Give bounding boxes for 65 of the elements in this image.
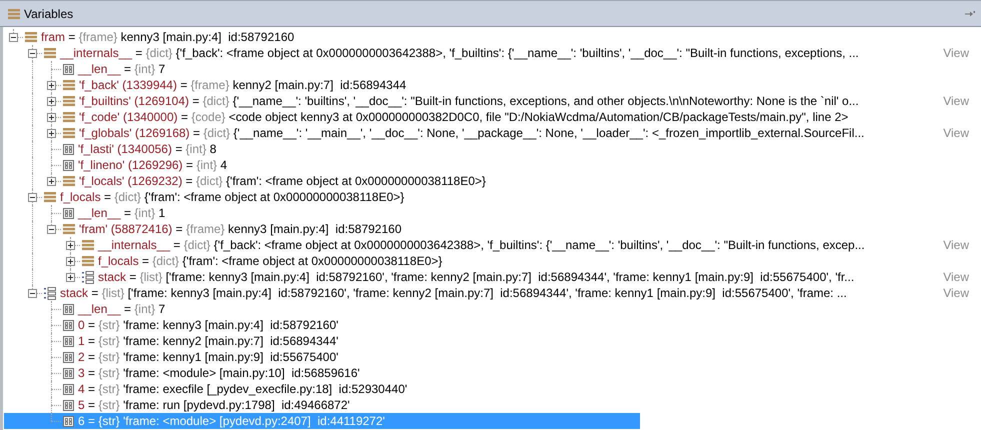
stack-bars-icon xyxy=(63,95,75,107)
number-icon xyxy=(63,208,74,218)
list-icon xyxy=(82,270,94,284)
expand-icon[interactable] xyxy=(47,113,56,122)
variable-text[interactable]: 'f_lasti' (1340056) = {int} 8 xyxy=(78,141,216,157)
expand-icon[interactable] xyxy=(47,97,56,106)
panel-title: Variables xyxy=(24,6,74,22)
variable-text[interactable]: 2 = {str} 'frame: kenny1 [main.py:9] id:55675400' xyxy=(78,349,338,365)
stack-bars-icon xyxy=(44,191,56,203)
collapse-icon[interactable] xyxy=(28,49,37,58)
stack-bars-icon xyxy=(63,79,75,91)
collapse-icon[interactable] xyxy=(28,193,37,202)
variable-text[interactable]: __internals__ = {dict} {'f_back': <frame object at 0x0000000003642388>, 'f_builtins': {'__name__': 'builtins', '__doc__': "Built-in functions, exceptions, ... xyxy=(60,45,859,61)
number-icon xyxy=(63,368,74,378)
variable-text[interactable]: fram = {frame} kenny3 [main.py:4] id:58792160 xyxy=(41,29,294,45)
variable-text[interactable]: 5 = {str} 'frame: run [pydevd.py:1798] id:49466872' xyxy=(78,397,350,413)
stack-bars-icon xyxy=(82,239,94,251)
expand-icon[interactable] xyxy=(66,241,75,250)
variable-text[interactable]: f_locals = {dict} {'fram': <frame object at 0x00000000038118E0>} xyxy=(60,189,404,205)
number-icon xyxy=(63,304,74,314)
variable-text[interactable]: 'f_locals' (1269232) = {dict} {'fram': <frame object at 0x00000000038118E0>} xyxy=(79,173,486,189)
collapse-icon[interactable] xyxy=(28,289,37,298)
number-icon xyxy=(63,320,74,330)
collapse-icon[interactable] xyxy=(47,225,56,234)
number-icon xyxy=(63,352,74,362)
number-icon xyxy=(63,336,74,346)
variable-text[interactable]: stack = {list} ['frame: kenny3 [main.py:4] id:58792160', 'frame: kenny2 [main.py:7] id:56894344', 'frame: kenny1 [main.py:9] id:55675400', 'fr... xyxy=(98,269,854,285)
stack-bars-icon xyxy=(25,31,37,43)
expand-icon[interactable] xyxy=(47,129,56,138)
expand-icon[interactable] xyxy=(47,81,56,90)
variable-text[interactable]: __internals__ = {dict} {'f_back': <frame object at 0x0000000003642388>, 'f_builtins': {'__name__': 'builtins', '__doc__': "Built-in functions, excep... xyxy=(98,237,865,253)
expand-icon[interactable] xyxy=(47,177,56,186)
number-icon xyxy=(63,384,74,394)
variable-text[interactable]: __len__ = {int} 7 xyxy=(78,61,166,77)
number-icon xyxy=(63,64,74,74)
panel-icon xyxy=(8,8,20,20)
variable-text[interactable]: 1 = {str} 'frame: kenny2 [main.py:7] id:56894344' xyxy=(78,333,338,349)
variable-text[interactable]: 'f_globals' (1269168) = {dict} {'__name__': '__main__', '__doc__': None, '__package__': None, '__loader__': <_frozen_importlib_external.SourceFil... xyxy=(79,125,864,141)
stack-bars-icon xyxy=(63,111,75,123)
variable-text[interactable]: 4 = {str} 'frame: execfile [_pydev_execfile.py:18] id:52930440' xyxy=(78,381,408,397)
number-icon xyxy=(63,416,74,426)
stack-bars-icon xyxy=(63,223,75,235)
variable-text[interactable]: stack = {list} ['frame: kenny3 [main.py:4] id:58792160', 'frame: kenny2 [main.py:7] id:56894344', 'frame: kenny1 [main.py:9] id:55675400', 'frame: ... xyxy=(60,285,847,301)
variable-text[interactable]: 'f_code' (1340000) = {code} <code object kenny3 at 0x000000000382D0C0, file "D:/NokiaWcdma/Automation/CB/packageTests/main.py", line 2> xyxy=(79,109,848,125)
expand-icon[interactable] xyxy=(66,273,75,282)
variable-text[interactable]: f_locals = {dict} {'fram': <frame object at 0x00000000038118E0>} xyxy=(98,253,442,269)
list-icon xyxy=(44,286,56,300)
pin-icon[interactable] xyxy=(965,10,975,16)
stack-bars-icon xyxy=(82,255,94,267)
number-icon xyxy=(63,400,74,410)
variable-text[interactable]: 'f_builtins' (1269104) = {dict} {'__name__': 'builtins', '__doc__': "Built-in functions, exceptions, and other objects.\n\nNoteworthy: None is the `nil' o... xyxy=(79,93,859,109)
expand-icon[interactable] xyxy=(66,257,75,266)
stack-bars-icon xyxy=(63,175,75,187)
variable-text[interactable]: 'fram' (58872416) = {frame} kenny3 [main.py:4] id:58792160 xyxy=(79,221,402,237)
number-icon xyxy=(63,160,74,170)
variable-text[interactable]: 0 = {str} 'frame: kenny3 [main.py:4] id:58792160' xyxy=(78,317,338,333)
collapse-icon[interactable] xyxy=(9,33,18,42)
variable-text[interactable]: __len__ = {int} 7 xyxy=(78,301,166,317)
variable-text[interactable]: 'f_lineno' (1269296) = {int} 4 xyxy=(78,157,228,173)
variable-text[interactable]: 3 = {str} 'frame: <module> [main.py:10] id:56859616' xyxy=(78,365,360,381)
stack-bars-icon xyxy=(44,47,56,59)
variable-text[interactable]: __len__ = {int} 1 xyxy=(78,205,166,221)
variable-text[interactable]: 'f_back' (1339944) = {frame} kenny2 [main.py:7] id:56894344 xyxy=(79,77,406,93)
stack-bars-icon xyxy=(63,127,75,139)
number-icon xyxy=(63,144,74,154)
